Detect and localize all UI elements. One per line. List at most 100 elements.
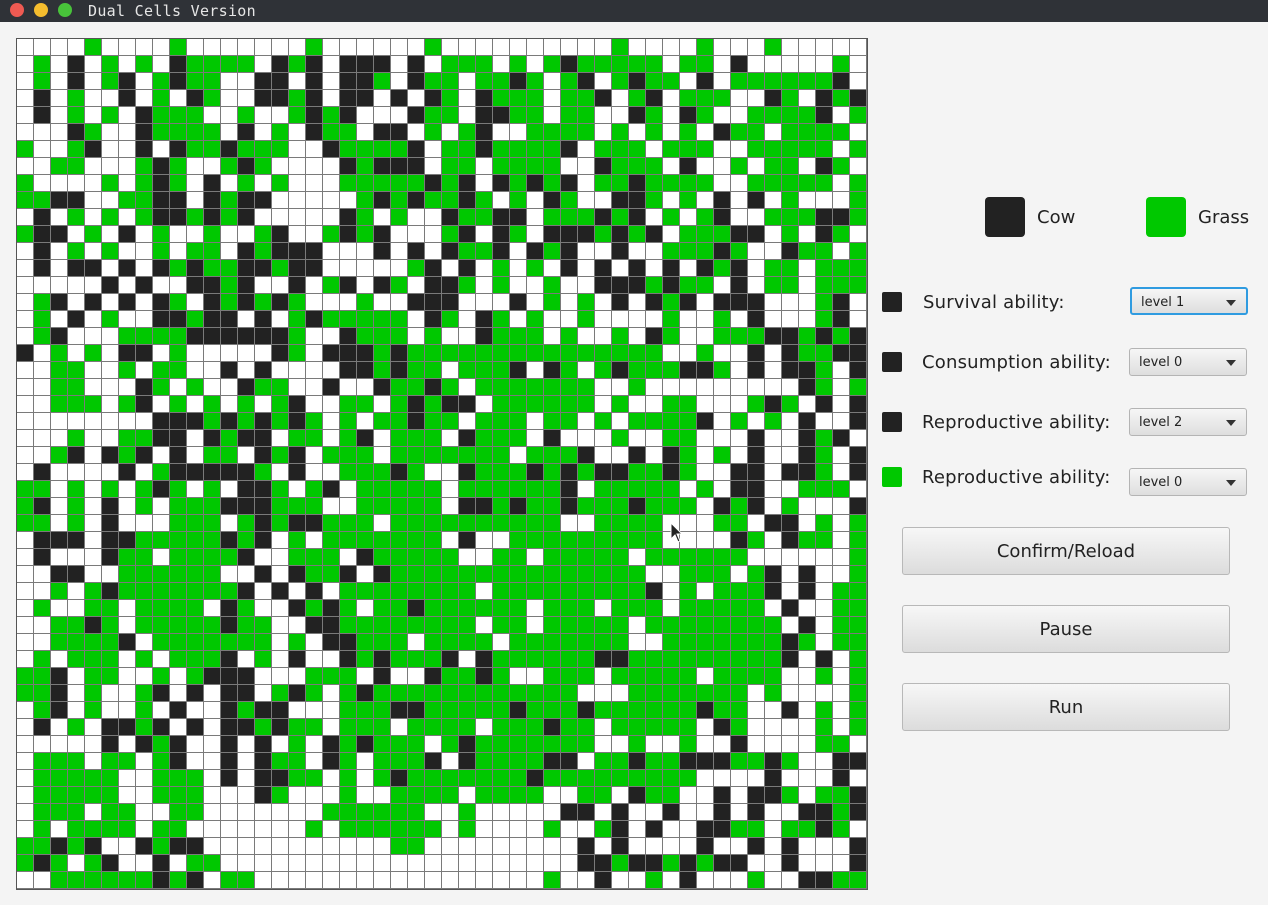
grid-cell-empty[interactable]	[85, 566, 102, 583]
grid-cell-empty[interactable]	[527, 39, 544, 56]
grid-cell-cow[interactable]	[714, 753, 731, 770]
grid-cell-empty[interactable]	[697, 192, 714, 209]
grid-cell-empty[interactable]	[595, 294, 612, 311]
grid-cell-empty[interactable]	[357, 753, 374, 770]
grid-cell-grass[interactable]	[408, 821, 425, 838]
grid-cell-cow[interactable]	[221, 702, 238, 719]
grid-cell-grass[interactable]	[119, 872, 136, 889]
grid-cell-empty[interactable]	[85, 481, 102, 498]
grid-cell-grass[interactable]	[459, 243, 476, 260]
grid-cell-empty[interactable]	[85, 430, 102, 447]
grid-cell-grass[interactable]	[612, 668, 629, 685]
grid-cell-grass[interactable]	[221, 447, 238, 464]
grid-cell-empty[interactable]	[629, 617, 646, 634]
grid-cell-empty[interactable]	[459, 294, 476, 311]
grid-cell-empty[interactable]	[816, 583, 833, 600]
grid-cell-empty[interactable]	[731, 872, 748, 889]
grid-cell-grass[interactable]	[459, 617, 476, 634]
grid-cell-empty[interactable]	[765, 736, 782, 753]
grid-cell-empty[interactable]	[340, 872, 357, 889]
grid-cell-grass[interactable]	[340, 515, 357, 532]
grid-cell-grass[interactable]	[816, 481, 833, 498]
grid-cell-cow[interactable]	[255, 192, 272, 209]
grid-cell-empty[interactable]	[527, 56, 544, 73]
grid-cell-grass[interactable]	[629, 685, 646, 702]
grid-cell-grass[interactable]	[102, 617, 119, 634]
grid-cell-grass[interactable]	[408, 736, 425, 753]
grid-cell-empty[interactable]	[357, 39, 374, 56]
grid-cell-cow[interactable]	[782, 464, 799, 481]
grid-cell-empty[interactable]	[119, 787, 136, 804]
grid-cell-empty[interactable]	[221, 787, 238, 804]
grid-cell-cow[interactable]	[238, 481, 255, 498]
grid-cell-empty[interactable]	[340, 481, 357, 498]
grid-cell-empty[interactable]	[799, 685, 816, 702]
grid-cell-grass[interactable]	[646, 668, 663, 685]
grid-cell-cow[interactable]	[833, 311, 850, 328]
grid-cell-grass[interactable]	[646, 481, 663, 498]
grid-cell-grass[interactable]	[816, 515, 833, 532]
grid-cell-empty[interactable]	[17, 413, 34, 430]
grid-cell-grass[interactable]	[697, 634, 714, 651]
grid-cell-empty[interactable]	[782, 39, 799, 56]
grid-cell-grass[interactable]	[459, 668, 476, 685]
grid-cell-grass[interactable]	[68, 90, 85, 107]
grid-cell-grass[interactable]	[51, 753, 68, 770]
grid-cell-cow[interactable]	[476, 124, 493, 141]
grid-cell-grass[interactable]	[442, 141, 459, 158]
grid-cell-empty[interactable]	[629, 430, 646, 447]
grid-cell-grass[interactable]	[850, 600, 867, 617]
grid-cell-grass[interactable]	[663, 685, 680, 702]
grid-cell-empty[interactable]	[102, 702, 119, 719]
grid-cell-empty[interactable]	[17, 124, 34, 141]
grid-cell-grass[interactable]	[561, 379, 578, 396]
grid-cell-empty[interactable]	[102, 226, 119, 243]
grid-cell-empty[interactable]	[425, 804, 442, 821]
grid-cell-grass[interactable]	[204, 634, 221, 651]
grid-cell-grass[interactable]	[680, 651, 697, 668]
grid-cell-grass[interactable]	[493, 583, 510, 600]
grid-cell-cow[interactable]	[340, 328, 357, 345]
grid-cell-empty[interactable]	[272, 158, 289, 175]
grid-cell-grass[interactable]	[391, 634, 408, 651]
grid-cell-grass[interactable]	[340, 804, 357, 821]
grid-cell-empty[interactable]	[204, 158, 221, 175]
grid-cell-cow[interactable]	[731, 294, 748, 311]
grid-cell-grass[interactable]	[799, 634, 816, 651]
grid-cell-grass[interactable]	[323, 107, 340, 124]
grid-cell-grass[interactable]	[612, 124, 629, 141]
grid-cell-grass[interactable]	[51, 787, 68, 804]
grid-cell-cow[interactable]	[476, 90, 493, 107]
grid-cell-empty[interactable]	[697, 770, 714, 787]
grid-cell-grass[interactable]	[595, 498, 612, 515]
grid-cell-empty[interactable]	[136, 39, 153, 56]
grid-cell-grass[interactable]	[629, 702, 646, 719]
grid-cell-cow[interactable]	[85, 838, 102, 855]
grid-cell-cow[interactable]	[255, 328, 272, 345]
grid-cell-cow[interactable]	[238, 464, 255, 481]
grid-cell-empty[interactable]	[595, 39, 612, 56]
grid-cell-grass[interactable]	[340, 464, 357, 481]
grid-cell-cow[interactable]	[680, 872, 697, 889]
grid-cell-empty[interactable]	[816, 549, 833, 566]
grid-cell-empty[interactable]	[136, 515, 153, 532]
grid-cell-empty[interactable]	[51, 56, 68, 73]
grid-cell-grass[interactable]	[85, 855, 102, 872]
grid-cell-empty[interactable]	[238, 226, 255, 243]
grid-cell-empty[interactable]	[646, 396, 663, 413]
grid-cell-empty[interactable]	[459, 413, 476, 430]
grid-cell-empty[interactable]	[663, 838, 680, 855]
grid-cell-empty[interactable]	[289, 804, 306, 821]
grid-cell-cow[interactable]	[697, 362, 714, 379]
grid-cell-grass[interactable]	[119, 328, 136, 345]
grid-cell-cow[interactable]	[187, 413, 204, 430]
grid-cell-grass[interactable]	[170, 107, 187, 124]
grid-cell-empty[interactable]	[289, 787, 306, 804]
grid-cell-empty[interactable]	[663, 124, 680, 141]
grid-cell-grass[interactable]	[204, 447, 221, 464]
grid-cell-empty[interactable]	[255, 855, 272, 872]
grid-cell-empty[interactable]	[782, 736, 799, 753]
grid-cell-grass[interactable]	[510, 770, 527, 787]
grid-cell-grass[interactable]	[170, 328, 187, 345]
grid-cell-grass[interactable]	[510, 141, 527, 158]
